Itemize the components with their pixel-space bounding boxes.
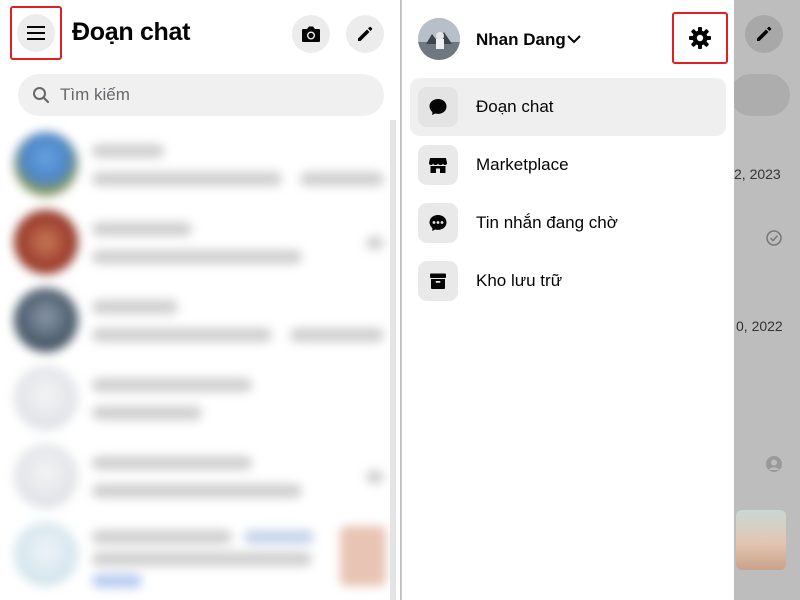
pencil-icon (757, 26, 772, 41)
menu-item-label: Marketplace (476, 155, 569, 174)
gear-icon (689, 27, 711, 49)
chevron-down-icon[interactable] (565, 30, 583, 48)
search-icon (33, 87, 50, 104)
menu-item-label: Tin nhắn đang chờ (476, 213, 618, 232)
search-bar[interactable] (18, 74, 384, 116)
chat-list-header: Đoạn chat (0, 0, 400, 70)
profile-name[interactable]: Nhan Dang (476, 30, 566, 50)
list-item[interactable] (0, 518, 400, 594)
store-icon (429, 158, 447, 173)
menu-button-highlight[interactable] (10, 6, 62, 60)
search-input[interactable] (60, 85, 340, 105)
list-item[interactable] (0, 362, 400, 438)
list-item[interactable] (0, 128, 400, 204)
avatar[interactable] (418, 18, 460, 60)
background-compose-button (745, 15, 783, 53)
background-thumbnail (736, 510, 786, 570)
hamburger-icon (27, 26, 45, 40)
list-item[interactable] (0, 440, 400, 516)
menu-item-label: Đoạn chat (476, 97, 554, 116)
chat-dots-icon (429, 215, 447, 231)
menu-button[interactable] (17, 14, 55, 52)
compose-button[interactable] (346, 15, 384, 53)
menu-item-archive[interactable]: Kho lưu trữ (410, 252, 726, 310)
profile-photo-icon (418, 18, 460, 60)
camera-icon (302, 26, 320, 42)
check-circle-icon (766, 230, 782, 246)
scrollbar[interactable] (390, 120, 396, 600)
chat-list (0, 124, 400, 600)
avatar-placeholder-icon (766, 456, 782, 472)
archive-box-icon (430, 273, 446, 289)
background-date-1: 2, 2023 (734, 166, 781, 182)
page-title: Đoạn chat (72, 18, 191, 46)
background-date-2: 0, 2022 (736, 318, 783, 334)
list-item[interactable] (0, 206, 400, 282)
menu-item-message-requests[interactable]: Tin nhắn đang chờ (410, 194, 726, 252)
pencil-icon (358, 26, 373, 41)
menu-item-label: Kho lưu trữ (476, 271, 563, 290)
background-search-bar (730, 74, 790, 116)
list-item[interactable] (0, 284, 400, 360)
settings-button[interactable] (672, 12, 728, 64)
side-drawer: Nhan Dang Đoạn chat Marketplace Tin nhắn… (401, 0, 734, 600)
menu-item-marketplace[interactable]: Marketplace (410, 136, 726, 194)
chat-list-panel: Đoạn chat (0, 0, 400, 600)
menu-item-chats[interactable]: Đoạn chat (410, 78, 726, 136)
camera-button[interactable] (292, 15, 330, 53)
chat-bubble-icon (429, 99, 447, 115)
